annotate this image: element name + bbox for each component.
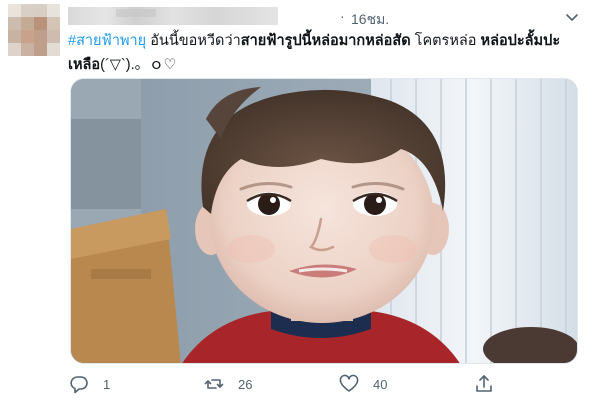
photo-child-portrait: [71, 79, 577, 363]
reply-count: 1: [103, 376, 111, 392]
reply-icon: [68, 373, 90, 395]
avatar[interactable]: [8, 4, 60, 56]
tweet[interactable]: · 16ชม. #สายฟ้าพายุ อันนี้ขอหวีดว่าสายฟ้…: [0, 0, 590, 406]
retweet-button[interactable]: 26: [203, 372, 252, 396]
hashtag-link[interactable]: #สายฟ้าพายุ: [68, 33, 146, 49]
tweet-text-part: (´▽`).。ｏ♡: [100, 57, 177, 73]
tweet-photo[interactable]: [70, 78, 578, 364]
tweet-text-part: อันนี้ขอหวีดว่า: [146, 33, 241, 49]
reply-button[interactable]: 1: [68, 372, 110, 396]
tweet-text-part: โคตรหล่อ: [410, 33, 481, 49]
tweet-text: #สายฟ้าพายุ อันนี้ขอหวีดว่าสายฟ้ารูปนี้ห…: [68, 29, 573, 77]
chevron-down-icon[interactable]: [563, 8, 581, 26]
share-icon: [473, 373, 495, 395]
redacted-author-name[interactable]: [68, 7, 278, 25]
heart-icon: [338, 373, 360, 395]
tweet-text-bold: สายฟ้ารูปนี้หล่อมากหล่อสัด: [240, 33, 411, 49]
tweet-actions: 1 26 40: [68, 372, 508, 396]
tweet-header: · 16ชม.: [68, 4, 578, 31]
like-count: 40: [373, 376, 388, 392]
tweet-timestamp[interactable]: 16ชม.: [351, 9, 389, 31]
header-separator: ·: [340, 8, 345, 24]
like-button[interactable]: 40: [338, 372, 387, 396]
retweet-count: 26: [238, 376, 253, 392]
share-button[interactable]: [473, 372, 495, 396]
retweet-icon: [203, 373, 225, 395]
